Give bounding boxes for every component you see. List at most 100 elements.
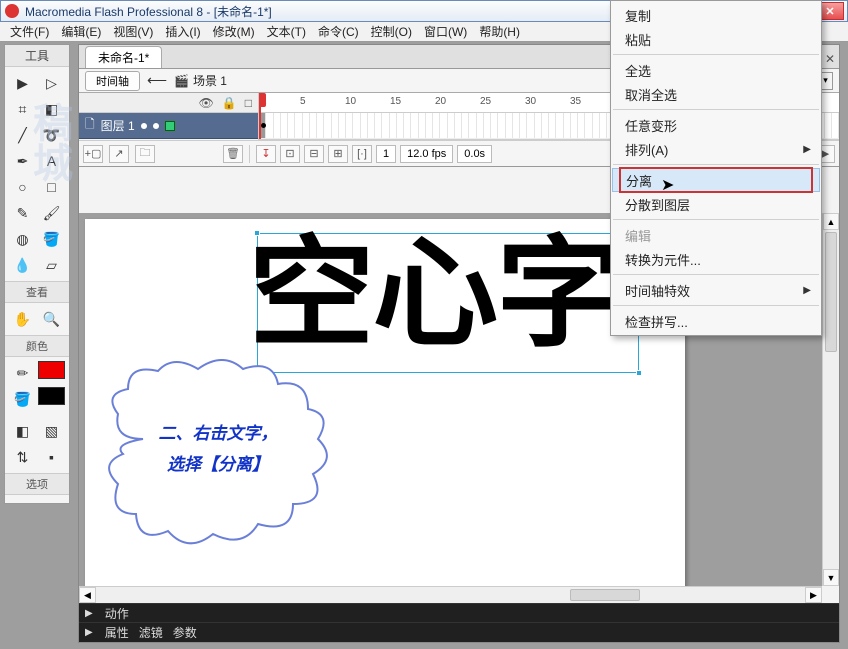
frame-cell[interactable] [542, 113, 549, 138]
menu-command[interactable]: 命令(C) [312, 22, 365, 41]
frame-cell[interactable] [535, 113, 542, 138]
handle-top-left[interactable] [254, 230, 260, 236]
context-menu[interactable]: 复制粘贴全选取消全选任意变形排列(A)▶分离➤分散到图层编辑转换为元件...时间… [610, 0, 822, 336]
timeline-toggle-button[interactable]: 时间轴 [85, 71, 140, 91]
frame-cell[interactable] [440, 113, 447, 138]
frame-cell[interactable] [324, 113, 331, 138]
center-frame-button[interactable]: ↧ [256, 145, 276, 163]
insert-layer-folder-button[interactable]: 🗀 [135, 145, 155, 163]
frame-cell[interactable] [469, 113, 476, 138]
insert-motion-guide-button[interactable]: ↗ [109, 145, 129, 163]
menu-file[interactable]: 文件(F) [4, 22, 55, 41]
scroll-left-button[interactable]: ◀ [79, 587, 96, 603]
menu-help[interactable]: 帮助(H) [473, 22, 526, 41]
layer-row[interactable]: 🗋 图层 1 [79, 113, 258, 139]
frame-cell[interactable] [506, 113, 513, 138]
fill-color-swatch[interactable] [38, 387, 65, 405]
frame-cell[interactable] [303, 113, 310, 138]
pencil-tool[interactable]: ✎ [9, 201, 36, 225]
frame-cell[interactable] [281, 113, 288, 138]
menu-modify[interactable]: 修改(M) [207, 22, 261, 41]
edit-multiple-frames-button[interactable]: ⊞ [328, 145, 348, 163]
text-tool[interactable]: A [38, 149, 65, 173]
frame-cell[interactable] [353, 113, 360, 138]
swap-colors-button[interactable]: ⇅ [9, 445, 36, 469]
onion-skin-outlines-button[interactable]: ⊟ [304, 145, 324, 163]
frame-cell[interactable] [585, 113, 592, 138]
no-color-button[interactable]: ▧ [38, 419, 65, 443]
onion-skin-button[interactable]: ⊡ [280, 145, 300, 163]
frame-cell[interactable] [382, 113, 389, 138]
frame-cell[interactable] [332, 113, 339, 138]
frame-cell[interactable] [484, 113, 491, 138]
stage-text[interactable]: 空心字 [249, 234, 648, 354]
tab-filters[interactable]: 滤镜 [139, 624, 163, 641]
frame-cell[interactable] [390, 113, 397, 138]
layer-outline-swatch[interactable] [165, 121, 175, 131]
frame-cell[interactable] [274, 113, 281, 138]
free-transform-tool[interactable]: ⌗ [9, 97, 36, 121]
frame-cell[interactable] [571, 113, 578, 138]
frame-cell[interactable] [433, 113, 440, 138]
horizontal-scrollbar[interactable]: ◀ ▶ [79, 586, 822, 603]
doc-close[interactable]: ✕ [825, 52, 835, 66]
frame-cell[interactable] [498, 113, 505, 138]
frame-cell[interactable] [419, 113, 426, 138]
frame-cell[interactable] [361, 113, 368, 138]
frame-cell[interactable] [317, 113, 324, 138]
eraser-tool[interactable]: ▱ [38, 253, 65, 277]
pen-tool[interactable]: ✒ [9, 149, 36, 173]
frame-cell[interactable] [397, 113, 404, 138]
context-menu-item[interactable]: 排列(A)▶ [611, 137, 821, 161]
hand-tool[interactable]: ✋ [9, 307, 36, 331]
tab-properties[interactable]: 属性 [105, 624, 129, 641]
frame-cell[interactable] [259, 113, 266, 138]
outline-header-icon[interactable]: □ [245, 96, 252, 110]
properties-panel-header[interactable]: ▶ 属性 滤镜 参数 [79, 622, 839, 641]
context-menu-item[interactable]: 任意变形 [611, 113, 821, 137]
frame-cell[interactable] [491, 113, 498, 138]
stroke-color-swatch[interactable] [38, 361, 65, 379]
zoom-tool[interactable]: 🔍 [38, 307, 65, 331]
paint-bucket-tool[interactable]: 🪣 [38, 227, 65, 251]
context-menu-item[interactable]: 粘贴 [611, 27, 821, 51]
frame-cell[interactable] [564, 113, 571, 138]
frame-cell[interactable] [310, 113, 317, 138]
frame-cell[interactable] [600, 113, 607, 138]
scroll-right-button[interactable]: ▶ [805, 587, 822, 603]
context-menu-item[interactable]: 取消全选 [611, 82, 821, 106]
rectangle-tool[interactable]: □ [38, 175, 65, 199]
frame-cell[interactable] [549, 113, 556, 138]
modify-onion-markers-button[interactable]: [·] [352, 145, 372, 163]
frame-cell[interactable] [266, 113, 273, 138]
back-button[interactable]: ⟵ [146, 71, 168, 91]
frame-cell[interactable] [288, 113, 295, 138]
context-menu-item[interactable]: 分散到图层 [611, 192, 821, 216]
text-selection-box[interactable]: 空心字 [257, 233, 639, 373]
frame-cell[interactable] [339, 113, 346, 138]
menu-edit[interactable]: 编辑(E) [55, 22, 107, 41]
frame-cell[interactable] [477, 113, 484, 138]
menu-window[interactable]: 窗口(W) [418, 22, 473, 41]
layer-visibility-dot[interactable] [141, 123, 147, 129]
frame-cell[interactable] [455, 113, 462, 138]
scene-label[interactable]: 场景 1 [193, 72, 227, 89]
layer-lock-dot[interactable] [153, 123, 159, 129]
frame-cell[interactable] [295, 113, 302, 138]
scroll-down-button[interactable]: ▼ [823, 569, 839, 586]
gradient-transform-tool[interactable]: ◧ [38, 97, 65, 121]
document-tab[interactable]: 未命名-1* [85, 46, 162, 68]
frame-cell[interactable] [368, 113, 375, 138]
context-menu-item[interactable]: 复制 [611, 3, 821, 27]
context-menu-item[interactable]: 分离➤ [612, 168, 820, 192]
frame-cell[interactable] [832, 113, 839, 138]
tab-parameters[interactable]: 参数 [173, 624, 197, 641]
context-menu-item[interactable]: 时间轴特效▶ [611, 278, 821, 302]
frame-cell[interactable] [513, 113, 520, 138]
menu-insert[interactable]: 插入(I) [159, 22, 206, 41]
visibility-header-icon[interactable]: 👁 [199, 96, 214, 110]
context-menu-item[interactable]: 全选 [611, 58, 821, 82]
context-menu-item[interactable]: 检查拼写... [611, 309, 821, 333]
h-scroll-thumb[interactable] [570, 589, 640, 601]
frame-cell[interactable] [426, 113, 433, 138]
